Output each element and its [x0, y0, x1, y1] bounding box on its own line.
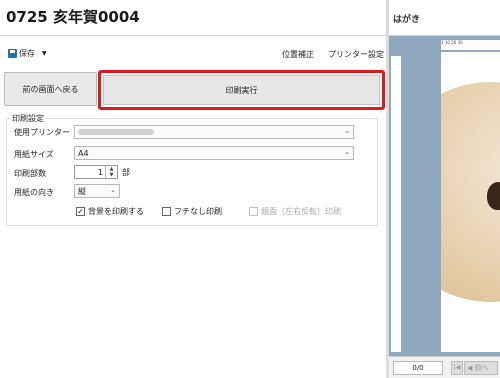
save-button[interactable]: 保存 ▼ [8, 48, 47, 59]
checkbox-icon [249, 207, 258, 216]
page-title: 0725 亥年賀0004 [6, 8, 140, 26]
copies-stepper[interactable]: 1 ▲ ▼ [74, 165, 118, 179]
print-background-label: 背景を印刷する [88, 207, 144, 216]
ruler-left [391, 56, 401, 352]
postcard-preview [441, 52, 500, 352]
chevron-down-icon: ⌄ [344, 148, 350, 156]
printer-name-redacted [78, 129, 154, 135]
page-indicator[interactable]: 0/0 [393, 361, 443, 375]
copies-label: 印刷部数 [14, 169, 46, 178]
preview-footer: 0/0 |◀ ◀ 前へ [389, 356, 500, 378]
prev-page-button[interactable]: ◀ 前へ [464, 361, 498, 375]
print-settings-label: 印刷設定 [10, 113, 46, 124]
orientation-label: 用紙の向き [14, 188, 54, 197]
first-page-icon[interactable]: |◀ [451, 361, 463, 375]
ruler-top-ticks: 1 10 20 30 [441, 40, 463, 45]
printer-select[interactable]: ⌄ [74, 125, 354, 139]
back-button[interactable]: 前の画面へ戻る [4, 72, 97, 106]
printer-settings-button[interactable]: プリンター設定 [328, 49, 384, 60]
spin-down-icon[interactable]: ▼ [106, 172, 117, 178]
prev-label: 前へ [474, 364, 489, 372]
mirror-print-checkbox: 鏡面（左右反転）印刷 [249, 206, 341, 217]
spin-buttons[interactable]: ▲ ▼ [105, 166, 117, 178]
preview-pane: はがき 1 10 20 30 0/0 |◀ ◀ 前へ [389, 0, 500, 378]
save-label: 保存 [19, 49, 35, 58]
paper-size-select[interactable]: A4 ⌄ [74, 146, 354, 160]
chevron-down-icon: ⌄ [344, 127, 350, 135]
position-correction-button[interactable]: 位置補正 [282, 49, 314, 60]
paper-size-value: A4 [78, 148, 89, 158]
chevron-down-icon[interactable]: ▼ [42, 50, 47, 57]
toolbar: 保存 ▼ 位置補正 プリンター設定 [0, 36, 388, 66]
chevron-down-icon: ⌄ [110, 186, 116, 194]
borderless-label: フチなし印刷 [174, 207, 222, 216]
save-icon [8, 49, 17, 58]
preview-title: はがき [393, 15, 421, 25]
postcard-illustration [487, 182, 500, 210]
orientation-select[interactable]: 縦 ⌄ [74, 184, 120, 198]
checkbox-checked-icon: ✓ [76, 207, 85, 216]
mirror-print-label: 鏡面（左右反転）印刷 [261, 207, 341, 216]
checkbox-icon [162, 207, 171, 216]
preview-canvas[interactable]: 1 10 20 30 [389, 36, 500, 356]
ruler-top: 1 10 20 30 [441, 40, 500, 50]
paper-size-label: 用紙サイズ [14, 150, 54, 159]
copies-unit: 部 [122, 168, 130, 177]
execute-print-highlight: 印刷実行 [98, 70, 385, 110]
printer-label: 使用プリンター [14, 128, 70, 137]
print-background-checkbox[interactable]: ✓ 背景を印刷する [76, 206, 144, 217]
settings-pane: 0725 亥年賀0004 保存 ▼ 位置補正 プリンター設定 前の画面へ戻る 印… [0, 0, 388, 378]
execute-print-button[interactable]: 印刷実行 [103, 75, 380, 105]
orientation-value: 縦 [78, 186, 86, 196]
copies-value: 1 [97, 168, 103, 177]
borderless-checkbox[interactable]: フチなし印刷 [162, 206, 222, 217]
